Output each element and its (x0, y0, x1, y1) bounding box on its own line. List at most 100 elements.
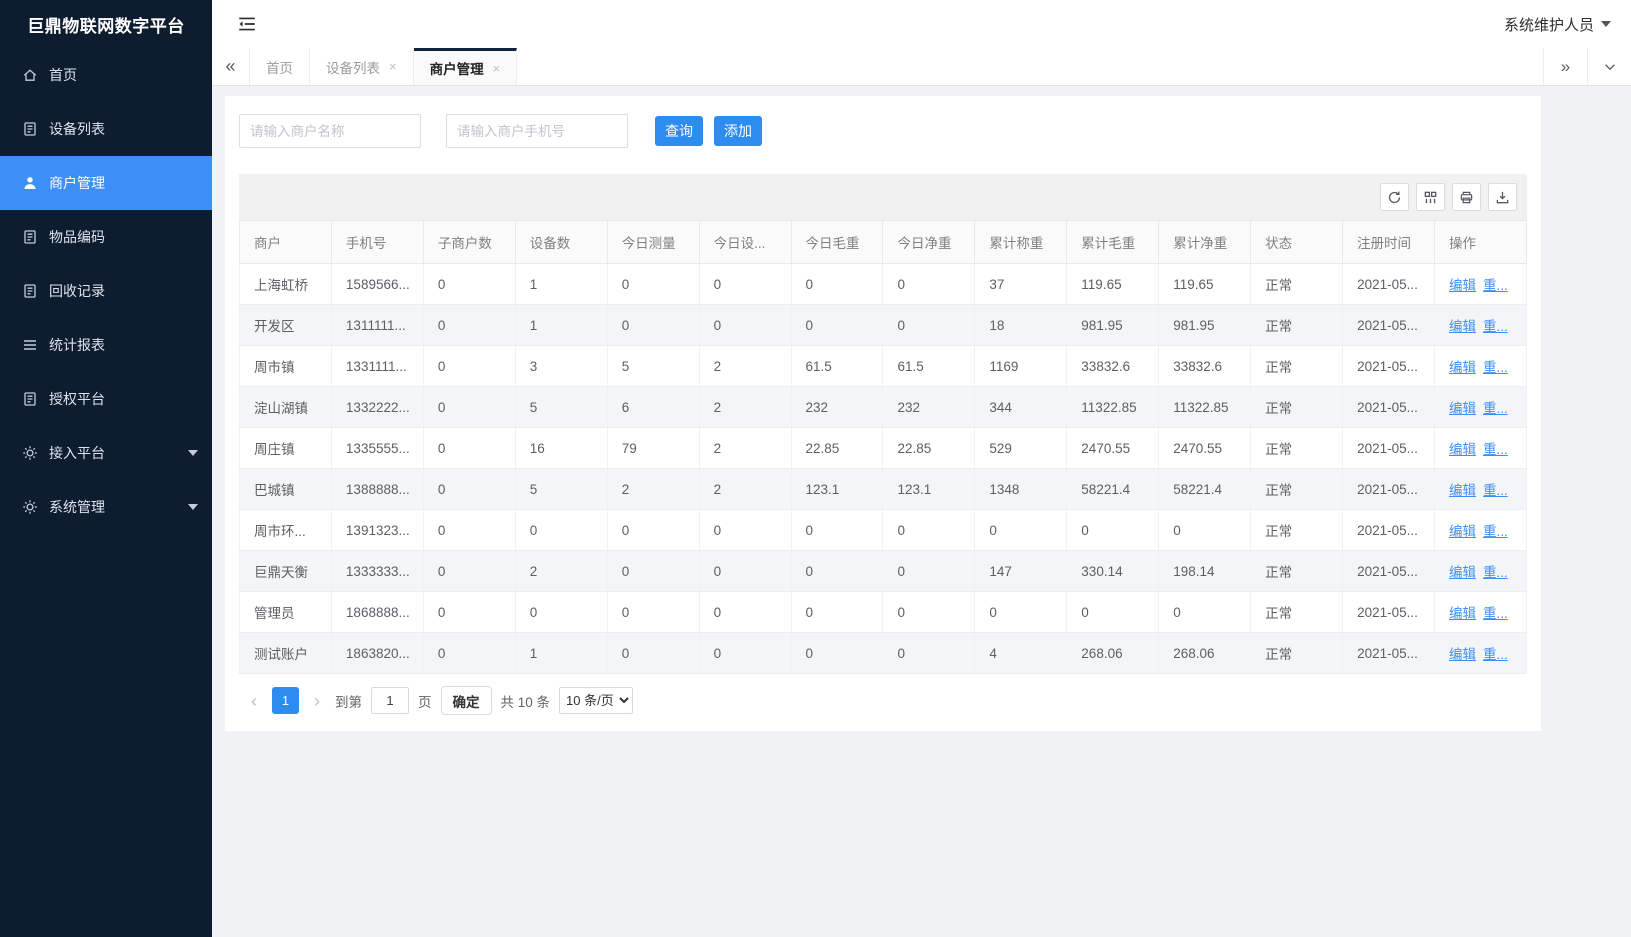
table-cell: 0 (423, 346, 515, 387)
tab-merchant-management[interactable]: 商户管理 × (414, 48, 518, 85)
reset-link[interactable]: 重... (1483, 524, 1508, 539)
edit-link[interactable]: 编辑 (1449, 401, 1476, 416)
table-cell: 0 (423, 592, 515, 633)
sidebar-item-system-management[interactable]: 系统管理 (0, 480, 212, 534)
reset-link[interactable]: 重... (1483, 442, 1508, 457)
column-header: 今日测量 (607, 221, 699, 264)
next-page-button[interactable]: › (308, 692, 326, 710)
actions-cell: 编辑重... (1434, 264, 1526, 305)
edit-link[interactable]: 编辑 (1449, 360, 1476, 375)
table-row: 测试账户1863820...0100004268.06268.06正常2021-… (240, 633, 1527, 674)
table-cell: 1311111... (331, 305, 423, 346)
edit-link[interactable]: 编辑 (1449, 565, 1476, 580)
export-icon[interactable] (1488, 183, 1517, 211)
table-row: 上海虹桥1589566...01000037119.65119.65正常2021… (240, 264, 1527, 305)
reset-link[interactable]: 重... (1483, 483, 1508, 498)
printer-icon[interactable] (1452, 183, 1481, 211)
sidebar-item-recycle-records[interactable]: 回收记录 (0, 264, 212, 318)
sidebar-item-access-platform[interactable]: 接入平台 (0, 426, 212, 480)
table-cell: 周市环... (240, 510, 332, 551)
table-cell: 6 (607, 387, 699, 428)
edit-link[interactable]: 编辑 (1449, 606, 1476, 621)
edit-link[interactable]: 编辑 (1449, 524, 1476, 539)
reset-link[interactable]: 重... (1483, 278, 1508, 293)
confirm-page-button[interactable]: 确定 (441, 686, 492, 715)
table-cell: 58221.4 (1159, 469, 1251, 510)
table-cell: 0 (883, 510, 975, 551)
edit-link[interactable]: 编辑 (1449, 278, 1476, 293)
column-header: 手机号 (331, 221, 423, 264)
document-icon (22, 283, 38, 299)
chevron-down-icon (188, 450, 198, 456)
page-number-button[interactable]: 1 (272, 687, 299, 714)
page-size-select[interactable]: 10 条/页 (559, 687, 633, 714)
table-cell: 4 (975, 633, 1067, 674)
sidebar-item-device-list[interactable]: 设备列表 (0, 102, 212, 156)
table-cell: 正常 (1251, 428, 1343, 469)
edit-link[interactable]: 编辑 (1449, 319, 1476, 334)
search-form: 查询 添加 (225, 96, 1541, 166)
table-cell: 上海虹桥 (240, 264, 332, 305)
merchant-phone-input[interactable] (446, 114, 628, 148)
edit-link[interactable]: 编辑 (1449, 442, 1476, 457)
query-button[interactable]: 查询 (655, 116, 703, 146)
sidebar-item-authorized-platform[interactable]: 授权平台 (0, 372, 212, 426)
goto-page-input[interactable] (371, 687, 409, 714)
document-icon (22, 391, 38, 407)
close-icon[interactable]: × (389, 59, 397, 74)
reset-link[interactable]: 重... (1483, 647, 1508, 662)
tabs-scroll-right-button[interactable]: » (1543, 48, 1587, 85)
tabs-menu-button[interactable] (1587, 48, 1631, 85)
table-cell: 1332222... (331, 387, 423, 428)
table-card: 商户手机号子商户数设备数今日测量今日设...今日毛重今日净重累计称重累计毛重累计… (239, 174, 1527, 731)
table-cell: 33832.6 (1159, 346, 1251, 387)
columns-icon[interactable] (1416, 183, 1445, 211)
table-cell: 0 (975, 510, 1067, 551)
user-name: 系统维护人员 (1504, 14, 1594, 35)
user-menu[interactable]: 系统维护人员 (1504, 14, 1611, 35)
table-cell: 1 (515, 305, 607, 346)
table-cell: 正常 (1251, 305, 1343, 346)
reset-link[interactable]: 重... (1483, 565, 1508, 580)
close-icon[interactable]: × (493, 61, 501, 76)
content-area: 查询 添加 (212, 86, 1631, 937)
edit-link[interactable]: 编辑 (1449, 647, 1476, 662)
table-row: 周庄镇1335555...01679222.8522.855292470.552… (240, 428, 1527, 469)
prev-page-button[interactable]: ‹ (245, 692, 263, 710)
table-cell: 2021-05... (1343, 346, 1435, 387)
refresh-icon[interactable] (1380, 183, 1409, 211)
table-cell: 正常 (1251, 592, 1343, 633)
table-cell: 1391323... (331, 510, 423, 551)
reset-link[interactable]: 重... (1483, 319, 1508, 334)
table-cell: 开发区 (240, 305, 332, 346)
collapse-sidebar-icon[interactable] (237, 14, 257, 34)
merchant-name-input[interactable] (239, 114, 421, 148)
sidebar-item-home[interactable]: 首页 (0, 48, 212, 102)
table-row: 淀山湖镇1332222...056223223234411322.8511322… (240, 387, 1527, 428)
sidebar-item-item-codes[interactable]: 物品编码 (0, 210, 212, 264)
table-cell: 巴城镇 (240, 469, 332, 510)
table-cell: 0 (423, 633, 515, 674)
reset-link[interactable]: 重... (1483, 606, 1508, 621)
table-cell: 1 (515, 633, 607, 674)
gear-icon (22, 445, 38, 461)
reset-link[interactable]: 重... (1483, 401, 1508, 416)
sidebar-item-statistics-reports[interactable]: 统计报表 (0, 318, 212, 372)
sidebar-item-label: 商户管理 (49, 173, 105, 193)
tabs-scroll-left-button[interactable]: « (212, 48, 250, 85)
table-cell: 0 (423, 264, 515, 305)
tab-device-list[interactable]: 设备列表 × (310, 48, 414, 85)
document-icon (22, 121, 38, 137)
sidebar-item-label: 设备列表 (49, 119, 105, 139)
sidebar-nav: 首页 设备列表 商户管理 物品编码 回收记录 (0, 48, 212, 534)
table-cell: 1169 (975, 346, 1067, 387)
add-button[interactable]: 添加 (714, 116, 762, 146)
table-cell: 147 (975, 551, 1067, 592)
edit-link[interactable]: 编辑 (1449, 483, 1476, 498)
reset-link[interactable]: 重... (1483, 360, 1508, 375)
merchant-table: 商户手机号子商户数设备数今日测量今日设...今日毛重今日净重累计称重累计毛重累计… (239, 220, 1527, 674)
table-cell: 2470.55 (1159, 428, 1251, 469)
sidebar-item-merchant-management[interactable]: 商户管理 (0, 156, 212, 210)
tab-home[interactable]: 首页 (250, 48, 310, 85)
table-cell: 0 (883, 633, 975, 674)
